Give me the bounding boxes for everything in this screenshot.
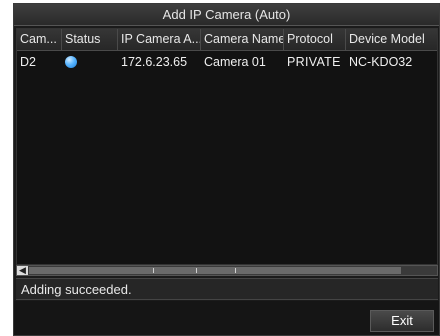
column-header-status[interactable]: Status xyxy=(62,29,118,50)
scroll-left-arrow-icon[interactable]: ◀ xyxy=(17,266,28,275)
dialog-titlebar: Add IP Camera (Auto) xyxy=(14,4,439,26)
cell-camera: D2 xyxy=(20,55,36,69)
exit-button[interactable]: Exit xyxy=(370,310,434,332)
cell-camera-name: Camera 01 xyxy=(204,55,266,69)
add-ip-camera-dialog: Add IP Camera (Auto) Cam... Status IP Ca… xyxy=(13,3,440,336)
scroll-tick xyxy=(235,268,236,273)
cell-ip-address: 172.6.23.65 xyxy=(121,55,188,69)
scroll-tick xyxy=(153,268,154,273)
cell-device-model: NC-KDO32 xyxy=(349,55,413,69)
column-header-device-model[interactable]: Device Model xyxy=(346,29,437,50)
horizontal-scrollbar[interactable]: ◀ xyxy=(16,265,438,276)
camera-table: Cam... Status IP Camera A... Camera Name… xyxy=(16,28,438,265)
status-dot-icon xyxy=(65,56,77,68)
scroll-thumb[interactable] xyxy=(29,267,401,274)
column-header-camera-name[interactable]: Camera Name xyxy=(201,29,284,50)
status-message: Adding succeeded. xyxy=(21,282,132,297)
status-bar: Adding succeeded. xyxy=(16,278,438,300)
column-header-camera[interactable]: Cam... xyxy=(17,29,62,50)
column-header-ip-address[interactable]: IP Camera A... xyxy=(118,29,201,50)
cell-protocol: PRIVATE xyxy=(287,55,341,69)
table-header: Cam... Status IP Camera A... Camera Name… xyxy=(17,29,437,51)
column-header-protocol[interactable]: Protocol xyxy=(284,29,346,50)
scroll-tick xyxy=(196,268,197,273)
dialog-title: Add IP Camera (Auto) xyxy=(162,7,291,22)
table-row[interactable]: D2 172.6.23.65 Camera 01 PRIVATE NC-KDO3… xyxy=(17,51,437,73)
dialog-footer: Exit xyxy=(14,301,439,335)
cell-status xyxy=(62,51,118,73)
